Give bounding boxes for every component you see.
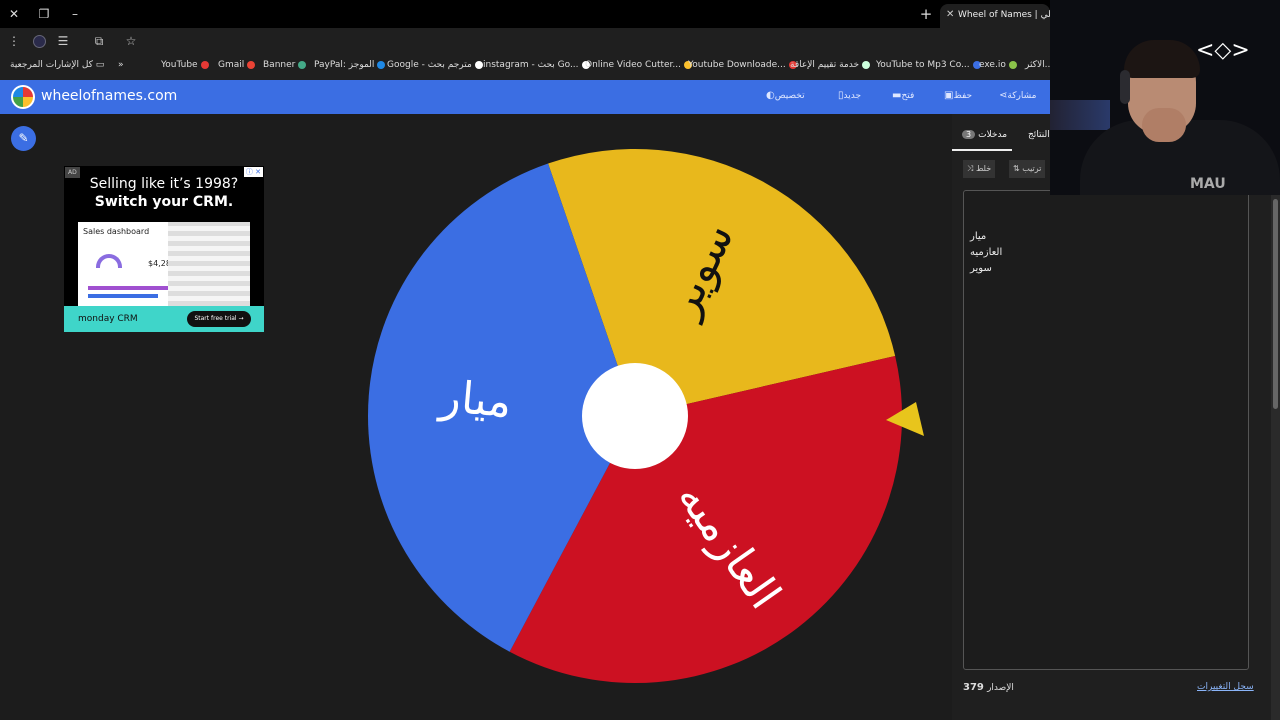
customize-button[interactable]: ◐تخصيص: [760, 90, 805, 101]
app-header: wheelofnames.com ◐تخصيص ▯جديد ▬فتح ▣حفظ …: [0, 80, 1050, 114]
save-button[interactable]: ▣حفظ: [938, 90, 972, 101]
wheel-segment-label: ميار: [436, 371, 514, 428]
shuffle-button[interactable]: ⤨ خلط: [963, 160, 996, 178]
entries-textarea[interactable]: ميار العازميه سوير: [963, 190, 1249, 670]
active-tab-indicator: [952, 149, 1012, 151]
site-name[interactable]: wheelofnames.com: [41, 88, 177, 104]
sort-button[interactable]: ⇅ ترتيب: [1009, 160, 1046, 178]
bookmark-youtube-mp3[interactable]: YouTube to Mp3 Co...: [876, 60, 981, 70]
version-info: 379 الإصدار: [963, 682, 1014, 693]
extensions-icon[interactable]: ⧉: [90, 32, 108, 50]
bookmark-gmail[interactable]: Gmail: [218, 60, 256, 70]
entries-count-badge: 3: [962, 130, 976, 139]
bookmark-instagram[interactable]: instagram - بحث Go...: [483, 60, 590, 70]
tab-results[interactable]: النتائج: [1028, 130, 1050, 140]
browser-tab[interactable]: ✕ Wheel of Names | الي: [940, 4, 1050, 28]
bookmarks-overflow-icon[interactable]: »: [118, 60, 124, 70]
entry-line: سوير: [970, 263, 992, 274]
wheel-logo-icon[interactable]: [11, 85, 35, 109]
bookmark-youtube[interactable]: YouTube: [161, 60, 209, 70]
share-button[interactable]: ⋖مشاركة: [993, 90, 1036, 101]
new-button[interactable]: ▯جديد: [832, 90, 861, 101]
sort-icon: ⇅: [1013, 164, 1020, 173]
bookmark-disability-service[interactable]: خدمة تقييم الإعاقة: [790, 60, 871, 70]
wheel-center-button[interactable]: [582, 363, 688, 469]
tab-title: Wheel of Names | الي: [958, 10, 1050, 20]
entry-line: ميار: [970, 231, 987, 242]
restore-window-icon[interactable]: ❐: [34, 4, 54, 24]
all-bookmarks[interactable]: كل الإشارات المرجعية ▭: [10, 60, 104, 70]
address-bar: ⋮ ☰ ⧉ ☆: [0, 28, 1050, 54]
new-tab-button[interactable]: +: [916, 4, 936, 24]
playlist-icon[interactable]: ☰: [54, 32, 72, 50]
bookmark-star-icon[interactable]: ☆: [122, 32, 140, 50]
profile-icon[interactable]: [30, 32, 48, 50]
bookmark-paypal[interactable]: PayPal: الموجز: [314, 60, 386, 70]
webcam-overlay: <◇> MAU: [1050, 0, 1280, 195]
bookmark-google-translate[interactable]: Google - مترجم بحث: [387, 60, 483, 70]
wheel-area: ✎ AD ⓘ ✕ Selling like it’s 1998? Switch …: [0, 114, 952, 720]
scroll-thumb[interactable]: [1273, 199, 1278, 409]
menu-dots-icon[interactable]: ⋮: [5, 32, 23, 50]
headset-icon: [1120, 70, 1130, 104]
bookmark-more[interactable]: الاكثر...: [1025, 60, 1053, 70]
browser-titlebar: ✕ ❐ – + ✕ Wheel of Names | الي: [0, 0, 1050, 28]
bookmark-exeio[interactable]: exe.io: [979, 60, 1017, 70]
streamer-logo-icon: <◇>: [1196, 38, 1250, 63]
tab-entries[interactable]: 3 مدخلات: [962, 130, 1007, 140]
tab-close-icon[interactable]: ✕: [946, 4, 954, 26]
bookmark-video-cutter[interactable]: Online Video Cutter...: [585, 60, 693, 70]
bookmark-banner[interactable]: Banner: [263, 60, 307, 70]
person-hair: [1124, 40, 1200, 78]
changelog-link[interactable]: سجل التغييرات: [1197, 682, 1254, 692]
page-scrollbar[interactable]: [1271, 195, 1280, 720]
minimize-window-icon[interactable]: –: [65, 4, 85, 24]
bookmark-youtube-downloader[interactable]: Youtube Downloade...: [688, 60, 797, 70]
shirt-text: MAU: [1190, 176, 1226, 192]
open-button[interactable]: ▬فتح: [886, 90, 914, 101]
entry-line: العازميه: [970, 247, 1003, 258]
palette-icon: ◐: [766, 90, 775, 101]
close-window-icon[interactable]: ✕: [4, 4, 24, 24]
room-light: [1050, 100, 1110, 130]
wheel[interactable]: سويرالعازميهميار: [0, 114, 952, 720]
shuffle-icon: ⤨: [967, 164, 974, 173]
bookmarks-bar: كل الإشارات المرجعية ▭ » YouTube Gmail B…: [0, 54, 1053, 80]
person-hand: [1142, 108, 1186, 142]
